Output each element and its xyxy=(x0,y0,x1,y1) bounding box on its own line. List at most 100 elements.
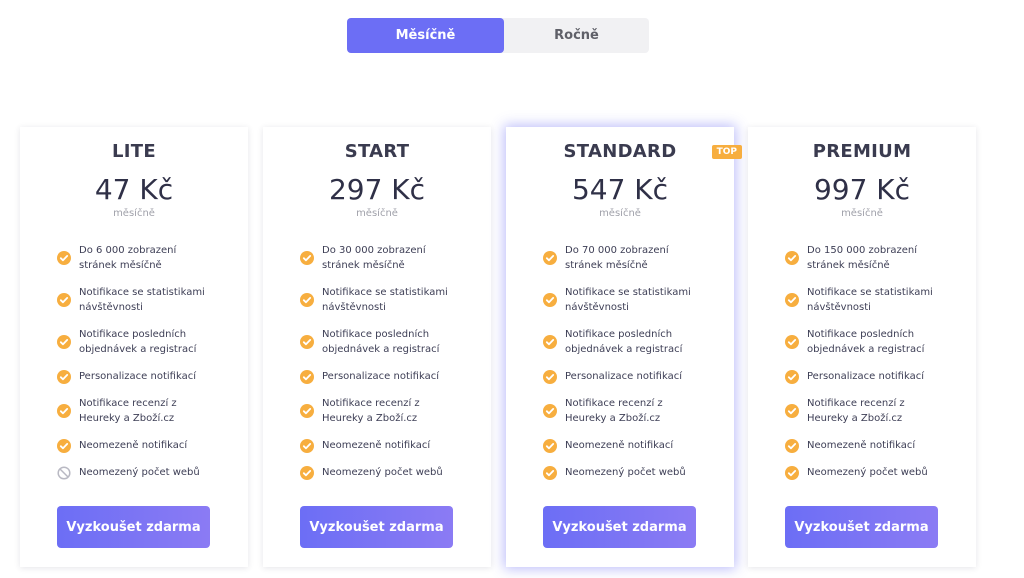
feature-text: Notifikace recenzí z Heureky a Zboží.cz xyxy=(807,398,905,424)
feature-item: Notifikace se statistikami návštěvnosti xyxy=(300,285,481,315)
feature-text: Neomezeně notifikací xyxy=(79,440,188,451)
feature-text: Notifikace posledních objednávek a regis… xyxy=(322,329,440,355)
plan-card-standard: STANDARD TOP 547 Kč měsíčně Do 70 000 zo… xyxy=(506,127,742,567)
check-circle-icon xyxy=(300,293,314,307)
feature-item: Notifikace recenzí z Heureky a Zboží.cz xyxy=(543,396,724,426)
feature-text: Notifikace posledních objednávek a regis… xyxy=(565,329,683,355)
feature-text: Personalizace notifikací xyxy=(565,371,682,382)
feature-text: Notifikace posledních objednávek a regis… xyxy=(79,329,197,355)
feature-text: Neomezený počet webů xyxy=(79,467,200,478)
check-circle-icon xyxy=(785,251,799,265)
feature-text: Neomezený počet webů xyxy=(322,467,443,478)
feature-text: Do 150 000 zobrazení stránek měsíčně xyxy=(807,245,917,271)
feature-item: Neomezený počet webů xyxy=(300,465,481,480)
check-circle-icon xyxy=(300,335,314,349)
feature-list: Do 30 000 zobrazení stránek měsíčně Notif… xyxy=(300,243,481,492)
plan-period: měsíčně xyxy=(356,208,398,219)
feature-item: Personalizace notifikací xyxy=(300,369,481,384)
check-circle-icon xyxy=(785,335,799,349)
check-circle-icon xyxy=(300,438,314,453)
plan-price: 47 Kč xyxy=(94,173,174,206)
check-circle-icon xyxy=(543,251,557,265)
check-circle-icon xyxy=(785,404,799,418)
check-circle-icon xyxy=(543,465,557,480)
check-circle-icon xyxy=(57,369,71,384)
plan-period: měsíčně xyxy=(599,208,641,219)
try-free-button[interactable]: Vyzkoušet zdarma xyxy=(300,506,453,548)
feature-text: Personalizace notifikací xyxy=(322,371,439,382)
feature-item: Notifikace posledních objednávek a regis… xyxy=(300,327,481,357)
plan-name: START xyxy=(344,141,410,162)
plan-card-premium: PREMIUM 997 Kč měsíčně Do 150 000 zobraz… xyxy=(748,127,976,567)
feature-text: Personalizace notifikací xyxy=(807,371,924,382)
feature-text: Notifikace recenzí z Heureky a Zboží.cz xyxy=(322,398,420,424)
top-badge: TOP xyxy=(711,145,742,159)
feature-item: Neomezeně notifikací xyxy=(57,438,238,453)
try-free-button[interactable]: Vyzkoušet zdarma xyxy=(785,506,938,548)
feature-text: Notifikace se statistikami návštěvnosti xyxy=(322,287,448,313)
feature-text: Neomezeně notifikací xyxy=(322,440,431,451)
feature-item: Notifikace posledních objednávek a regis… xyxy=(57,327,238,357)
feature-item: Notifikace posledních objednávek a regis… xyxy=(543,327,724,357)
feature-list: Do 6 000 zobrazení stránek měsíčně Notifi… xyxy=(57,243,238,492)
check-circle-icon xyxy=(543,293,557,307)
feature-item: Personalizace notifikací xyxy=(785,369,966,384)
feature-item: Neomezený počet webů xyxy=(57,465,238,480)
feature-item: Do 30 000 zobrazení stránek měsíčně xyxy=(300,243,481,273)
check-circle-icon xyxy=(300,404,314,418)
feature-item: Neomezený počet webů xyxy=(543,465,724,480)
not-allowed-icon xyxy=(57,465,71,480)
feature-text: Personalizace notifikací xyxy=(79,371,196,382)
plan-price: 547 Kč xyxy=(571,173,669,206)
feature-text: Notifikace se statistikami návštěvnosti xyxy=(565,287,691,313)
check-circle-icon xyxy=(543,335,557,349)
feature-item: Neomezený počet webů xyxy=(785,465,966,480)
feature-list: Do 70 000 zobrazení stránek měsíčně Notif… xyxy=(543,243,724,492)
feature-item: Notifikace posledních objednávek a regis… xyxy=(785,327,966,357)
feature-item: Neomezeně notifikací xyxy=(543,438,724,453)
plan-card-lite: LITE 47 Kč měsíčně Do 6 000 zobrazení st… xyxy=(20,127,248,567)
feature-item: Do 6 000 zobrazení stránek měsíčně xyxy=(57,243,238,273)
plan-price: 297 Kč xyxy=(328,173,426,206)
plan-price: 997 Kč xyxy=(813,173,911,206)
try-free-button[interactable]: Vyzkoušet zdarma xyxy=(57,506,210,548)
feature-text: Do 70 000 zobrazení stránek měsíčně xyxy=(565,245,669,271)
feature-item: Neomezeně notifikací xyxy=(785,438,966,453)
feature-text: Neomezený počet webů xyxy=(807,467,928,478)
feature-text: Notifikace recenzí z Heureky a Zboží.cz xyxy=(565,398,663,424)
plan-name: LITE xyxy=(112,141,156,162)
feature-text: Do 30 000 zobrazení stránek měsíčně xyxy=(322,245,426,271)
feature-text: Neomezeně notifikací xyxy=(565,440,674,451)
feature-item: Neomezeně notifikací xyxy=(300,438,481,453)
feature-list: Do 150 000 zobrazení stránek měsíčně Noti… xyxy=(785,243,966,492)
feature-item: Do 70 000 zobrazení stránek měsíčně xyxy=(543,243,724,273)
check-circle-icon xyxy=(785,369,799,384)
check-circle-icon xyxy=(57,404,71,418)
plan-period: měsíčně xyxy=(841,208,883,219)
check-circle-icon xyxy=(57,335,71,349)
check-circle-icon xyxy=(300,369,314,384)
feature-text: Neomezený počet webů xyxy=(565,467,686,478)
check-circle-icon xyxy=(543,369,557,384)
feature-text: Neomezeně notifikací xyxy=(807,440,916,451)
monthly-toggle-button[interactable]: Měsíčně xyxy=(347,18,504,53)
feature-item: Notifikace se statistikami návštěvnosti xyxy=(57,285,238,315)
check-circle-icon xyxy=(785,438,799,453)
feature-text: Notifikace se statistikami návštěvnosti xyxy=(807,287,933,313)
billing-toggle: Měsíčně Ročně xyxy=(347,18,649,53)
feature-item: Notifikace recenzí z Heureky a Zboží.cz xyxy=(57,396,238,426)
feature-text: Notifikace posledních objednávek a regis… xyxy=(807,329,925,355)
yearly-toggle-button[interactable]: Ročně xyxy=(504,18,649,53)
check-circle-icon xyxy=(543,404,557,418)
pricing-plans: LITE 47 Kč měsíčně Do 6 000 zobrazení st… xyxy=(20,127,980,567)
plan-name: STANDARD xyxy=(563,141,677,162)
feature-text: Do 6 000 zobrazení stránek měsíčně xyxy=(79,245,177,271)
feature-text: Notifikace recenzí z Heureky a Zboží.cz xyxy=(79,398,177,424)
check-circle-icon xyxy=(300,251,314,265)
feature-item: Notifikace recenzí z Heureky a Zboží.cz xyxy=(785,396,966,426)
try-free-button[interactable]: Vyzkoušet zdarma xyxy=(543,506,696,548)
plan-card-start: START 297 Kč měsíčně Do 30 000 zobrazení… xyxy=(263,127,491,567)
feature-item: Notifikace recenzí z Heureky a Zboží.cz xyxy=(300,396,481,426)
feature-text: Notifikace se statistikami návštěvnosti xyxy=(79,287,205,313)
feature-item: Do 150 000 zobrazení stránek měsíčně xyxy=(785,243,966,273)
